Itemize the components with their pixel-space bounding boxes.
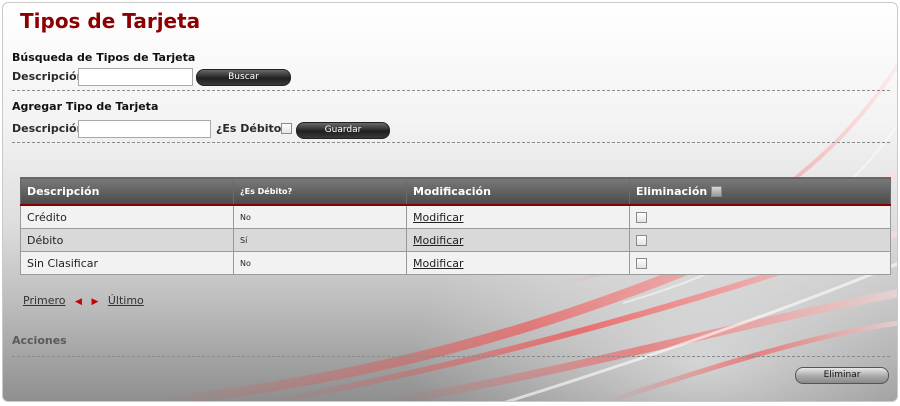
row-is-debit: Sí — [233, 228, 407, 252]
delete-button[interactable]: Eliminar — [795, 367, 889, 384]
delete-checkbox[interactable] — [636, 258, 647, 269]
actions-title: Acciones — [12, 334, 67, 347]
page-title: Tipos de Tarjeta — [20, 9, 201, 33]
first-page-link[interactable]: Primero — [23, 294, 66, 307]
table-row: Sin Clasificar No Modificar — [20, 251, 891, 275]
delete-checkbox[interactable] — [636, 212, 647, 223]
last-page-link[interactable]: Último — [108, 294, 144, 307]
pager: Primero ◀ ▶ Último — [23, 294, 144, 307]
is-debit-checkbox[interactable] — [281, 123, 292, 134]
header-description: Descripción — [20, 177, 234, 206]
add-description-label: Descripción — [12, 122, 85, 135]
search-description-label: Descripción — [12, 70, 85, 83]
table-header-row: Descripción ¿Es Débito? Modificación Eli… — [20, 177, 891, 206]
header-elimination-label: Eliminación — [636, 184, 708, 198]
is-debit-label: ¿Es Débito? — [216, 122, 288, 135]
add-section-title: Agregar Tipo de Tarjeta — [12, 100, 159, 113]
divider — [12, 142, 890, 143]
row-description: Crédito — [20, 204, 234, 229]
row-description: Débito — [20, 228, 234, 252]
header-modification: Modificación — [406, 177, 630, 206]
row-description: Sin Clasificar — [20, 251, 234, 275]
header-elimination: Eliminación — [629, 177, 891, 206]
search-description-input[interactable] — [78, 68, 193, 86]
modify-link[interactable]: Modificar — [413, 211, 464, 224]
modify-link[interactable]: Modificar — [413, 234, 464, 247]
main-panel: Tipos de Tarjeta Búsqueda de Tipos de Ta… — [2, 2, 898, 402]
triangle-right-icon[interactable]: ▶ — [91, 297, 98, 307]
triangle-left-icon[interactable]: ◀ — [75, 297, 82, 307]
card-types-table: Descripción ¿Es Débito? Modificación Eli… — [20, 177, 891, 275]
add-description-input[interactable] — [78, 120, 211, 138]
search-button[interactable]: Buscar — [196, 69, 291, 86]
row-is-debit: No — [233, 204, 407, 229]
delete-checkbox[interactable] — [636, 235, 647, 246]
header-is-debit: ¿Es Débito? — [233, 177, 407, 206]
row-is-debit: No — [233, 251, 407, 275]
divider — [12, 356, 890, 357]
table-row: Débito Sí Modificar — [20, 228, 891, 252]
divider — [12, 90, 890, 91]
table-row: Crédito No Modificar — [20, 204, 891, 229]
select-all-checkbox[interactable] — [711, 186, 723, 197]
modify-link[interactable]: Modificar — [413, 257, 464, 270]
search-section-title: Búsqueda de Tipos de Tarjeta — [12, 51, 196, 64]
save-button[interactable]: Guardar — [296, 122, 390, 139]
